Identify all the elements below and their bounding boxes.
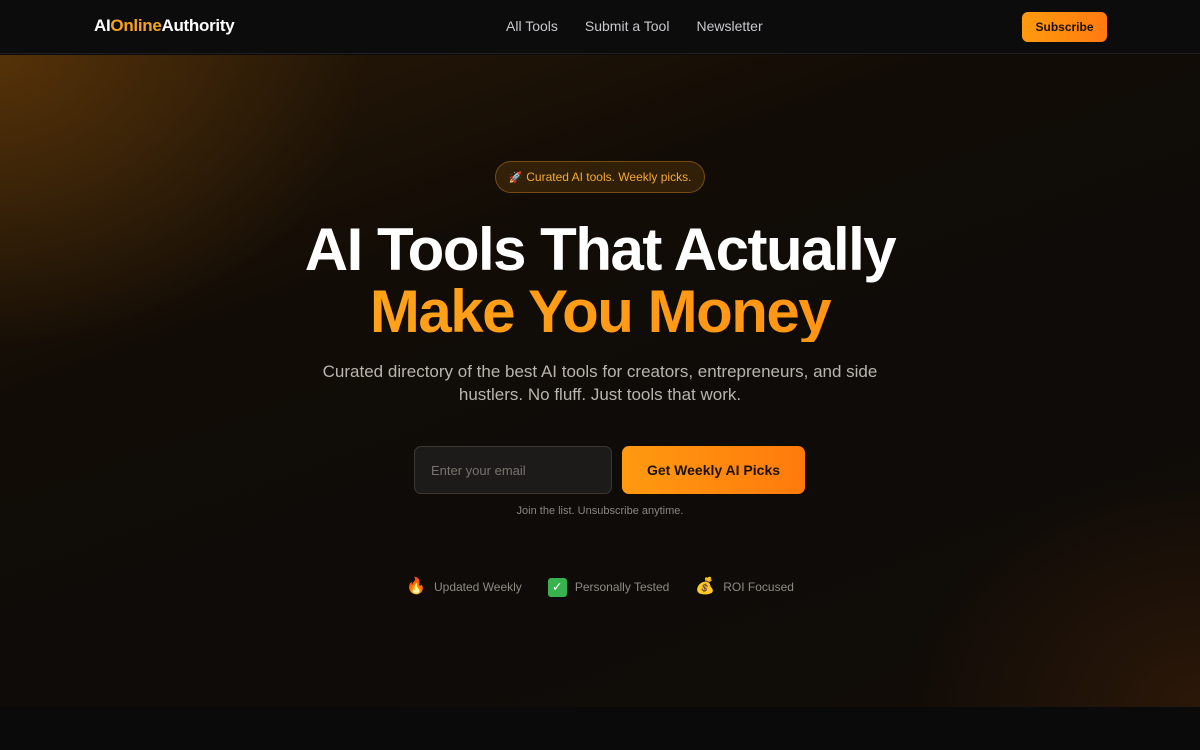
feature-item-personally-tested: ✓ Personally Tested [547, 577, 670, 597]
hero-badge: 🚀 Curated AI tools. Weekly picks. [495, 161, 705, 193]
nav-link-submit-tool[interactable]: Submit a Tool [585, 18, 670, 34]
fire-icon: 🔥 [406, 578, 426, 595]
email-input[interactable] [414, 446, 612, 494]
get-weekly-picks-button[interactable]: Get Weekly AI Picks [622, 446, 805, 494]
check-icon: ✓ [547, 577, 567, 597]
headline-line-2: Make You Money [0, 282, 1200, 342]
nav-link-all-tools[interactable]: All Tools [506, 18, 558, 34]
headline-line-1: AI Tools That Actually [304, 216, 897, 283]
feature-label: Updated Weekly [433, 580, 522, 594]
feature-list: 🔥 Updated Weekly ✓ Personally Tested 💰 R… [0, 577, 1200, 597]
hero-badge-text: Curated AI tools. Weekly picks. [526, 170, 692, 184]
below-fold-section [0, 707, 1200, 750]
top-nav: AIOnlineAuthority All Tools Submit a Too… [0, 0, 1200, 54]
logo-part-authority: Authority [161, 16, 235, 35]
logo-part-ai: AI [94, 16, 111, 35]
feature-item-updated-weekly: 🔥 Updated Weekly [406, 577, 522, 597]
subscribe-button[interactable]: Subscribe [1022, 12, 1107, 42]
signup-note: Join the list. Unsubscribe anytime. [516, 505, 684, 517]
nav-links: All Tools Submit a Tool Newsletter [506, 18, 763, 34]
nav-link-newsletter[interactable]: Newsletter [696, 18, 762, 34]
logo-part-online: Online [110, 16, 162, 35]
hero-subtext: Curated directory of the best AI tools f… [322, 362, 878, 404]
rocket-icon: 🚀 [508, 171, 523, 184]
feature-label: Personally Tested [574, 580, 670, 594]
site-logo[interactable]: AIOnlineAuthority [94, 16, 235, 36]
feature-label: ROI Focused [723, 580, 794, 594]
money-bag-icon: 💰 [695, 578, 716, 595]
page: AIOnlineAuthority All Tools Submit a Too… [0, 0, 1200, 750]
feature-item-roi-focused: 💰 ROI Focused [695, 577, 794, 597]
